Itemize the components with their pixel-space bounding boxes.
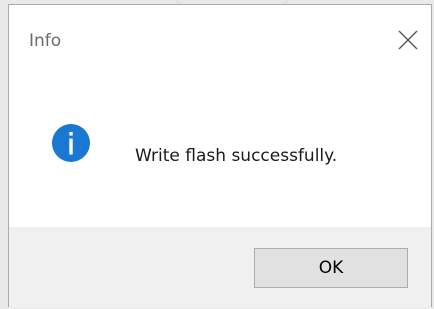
dialog-titlebar: Info <box>9 5 431 79</box>
info-icon <box>52 124 90 162</box>
dialog-title: Info <box>29 31 62 51</box>
dialog-message: Write flash successfully. <box>135 146 338 166</box>
dialog-footer: OK <box>9 227 431 308</box>
dialog-content: Write flash successfully. <box>9 79 431 227</box>
close-button[interactable] <box>391 23 427 59</box>
close-icon <box>398 30 418 50</box>
info-dialog: Info Write flash successfully. OK <box>8 4 432 308</box>
ok-button[interactable]: OK <box>254 248 408 288</box>
